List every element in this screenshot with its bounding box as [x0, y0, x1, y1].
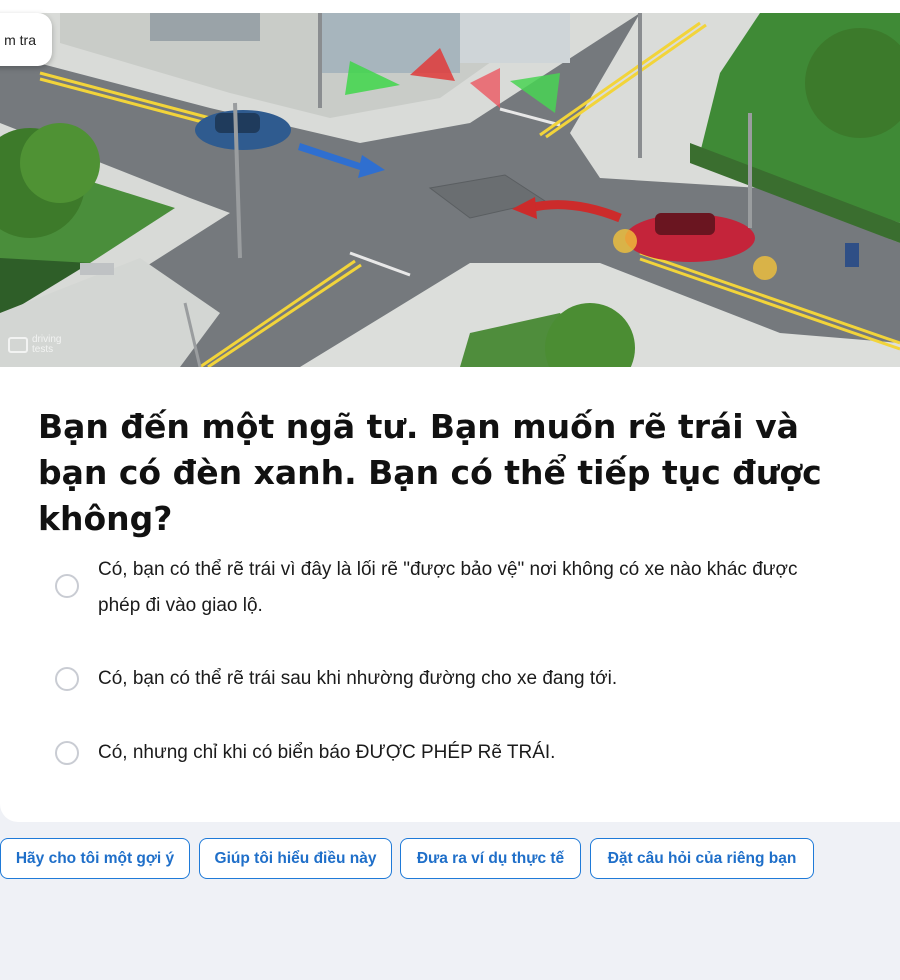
answer-option-3[interactable]: Có, nhưng chỉ khi có biển báo ĐƯỢC PHÉP …: [55, 735, 835, 771]
image-tag: m tra: [0, 13, 52, 66]
image-tag-label: m tra: [4, 31, 36, 48]
suggestion-chips: Hãy cho tôi một gợi ý Giúp tôi hiểu điều…: [0, 838, 900, 879]
ask-own-question-chip[interactable]: Đặt câu hỏi của riêng bạn: [590, 838, 814, 879]
watermark-logo: driving tests: [8, 335, 61, 355]
explain-chip[interactable]: Giúp tôi hiểu điều này: [199, 838, 392, 879]
answer-option-1[interactable]: Có, bạn có thể rẽ trái vì đây là lối rẽ …: [55, 552, 835, 624]
radio-button[interactable]: [55, 667, 79, 691]
question-illustration: driving tests: [0, 13, 900, 367]
question-card: driving tests m tra Bạn đến một ngã tư. …: [0, 0, 900, 822]
answer-text: Có, bạn có thể rẽ trái vì đây là lối rẽ …: [98, 559, 798, 616]
watermark-line2: tests: [32, 344, 54, 355]
answer-text: Có, bạn có thể rẽ trái sau khi nhường đư…: [98, 668, 618, 689]
real-example-chip[interactable]: Đưa ra ví dụ thực tế: [400, 838, 581, 879]
question-text: Bạn đến một ngã tư. Bạn muốn rẽ trái và …: [38, 407, 822, 538]
hint-chip[interactable]: Hãy cho tôi một gợi ý: [0, 838, 190, 879]
answer-option-2[interactable]: Có, bạn có thể rẽ trái sau khi nhường đư…: [55, 661, 835, 697]
radio-button[interactable]: [55, 741, 79, 765]
radio-button[interactable]: [55, 574, 79, 598]
logo-icon: [8, 337, 28, 353]
answer-text: Có, nhưng chỉ khi có biển báo ĐƯỢC PHÉP …: [98, 742, 556, 763]
